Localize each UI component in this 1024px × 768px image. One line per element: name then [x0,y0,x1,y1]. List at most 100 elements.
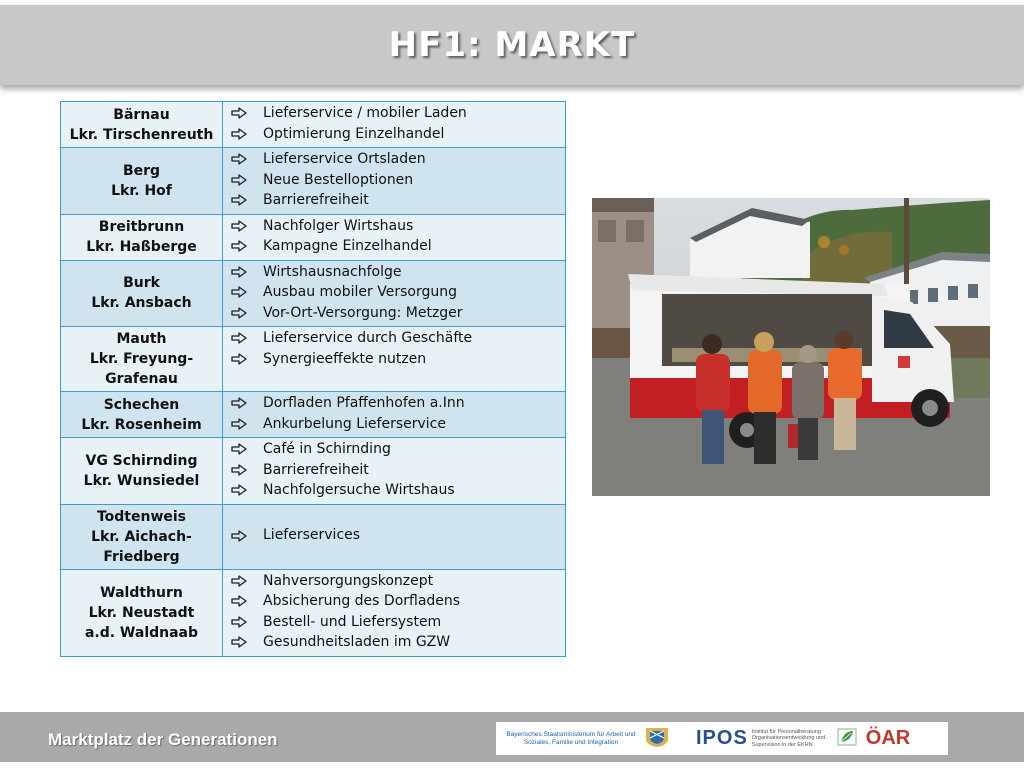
hollow-right-arrow-icon [231,397,263,409]
measures-cell: Nachfolger Wirtshaus Kampagne Einzelhande… [222,213,566,261]
list-item: Barrierefreiheit [231,190,559,211]
hollow-right-arrow-icon [231,575,263,587]
hollow-right-arrow-icon [231,240,263,252]
table-row: Berg Lkr. Hof Lieferservice Ortsladen Neue … [60,147,566,215]
market-table: Bärnau Lkr. Tirschenreuth Lieferservice / … [60,101,566,657]
table-row: Mauth Lkr. Freyung- Grafenau Lieferservice … [60,326,566,392]
location-line: Lkr. Rosenheim [81,416,202,433]
measures-cell: Lieferservice / mobiler Laden Optimierung… [222,101,566,148]
table-row: VG Schirnding Lkr. Wunsiedel Café in Schir… [60,437,566,505]
measure-text: Nachfolgersuche Wirtshaus [263,482,455,498]
measure-text: Barrierefreiheit [263,461,369,478]
location-line: a.d. Waldnaab [84,624,199,641]
list-item: Nachfolgersuche Wirtshaus [231,480,559,501]
measure-text: Lieferservice Ortsladen [263,151,426,167]
measure-text: Barrierefreiheit [263,192,369,208]
location-cell: VG Schirnding Lkr. Wunsiedel [60,437,223,505]
list-item: Dorfladen Pfaffenhofen a.Inn [231,393,559,414]
measures-cell: Dorfladen Pfaffenhofen a.Inn Ankurbelung … [222,391,566,438]
hollow-right-arrow-icon [231,529,263,542]
measure-text: Lieferservice durch Geschäfte [263,330,473,346]
list-item: Neue Bestelloptionen [231,170,559,191]
location-cell: Mauth Lkr. Freyung- Grafenau [60,326,223,392]
list-item: Nachfolger Wirtshaus [231,216,559,237]
location-line: Lkr. Freyung- [89,351,194,367]
measure-text: Neue Bestelloptionen [263,171,414,188]
location-line: VG Schirnding [85,452,198,469]
hollow-right-arrow-icon [231,332,263,344]
measure-text: Wirtshausnachfolge [263,263,402,280]
measure-text: Absicherung des Dorfladens [263,593,461,609]
list-item: Ankurbelung Lieferservice [231,414,559,435]
list-item: Lieferservice / mobiler Laden [231,103,559,124]
title-bar: HF1: MARKT [0,5,1024,85]
hollow-right-arrow-icon [231,484,263,496]
oear-logo: ÖAR [865,727,911,749]
measure-text: Synergieeffekte nutzen [263,350,427,367]
market-table-body: Bärnau Lkr. Tirschenreuth Lieferservice / … [60,101,566,657]
location-line: Waldthurn [100,584,183,601]
measures-cell: Wirtshausnachfolge Ausbau mobiler Versorg… [222,259,566,327]
hollow-right-arrow-icon [231,636,263,648]
location-line: Lkr. Wunsiedel [83,472,200,489]
measure-text: Gesundheitsladen im GZW [263,634,451,650]
location-line: Lkr. Neustadt [88,604,195,621]
table-row: Burk Lkr. Ansbach Wirtshausnachfolge Ausbau… [60,259,566,327]
measure-text: Vor-Ort-Versorgung: Metzger [263,304,463,321]
list-item: Bestell- und Liefersystem [231,612,559,633]
location-cell: Schechen Lkr. Rosenheim [60,391,223,438]
measure-text: Lieferservices [263,527,361,544]
measure-text: Bestell- und Liefersystem [263,613,442,630]
table-row: Todtenweis Lkr. Aichach- Friedberg Lieferse… [60,503,566,570]
location-cell: Waldthurn Lkr. Neustadt a.d. Waldnaab [60,568,223,657]
ministry-logo: Bayerisches Staatsministerium für Arbeit… [502,724,682,753]
table-row: Schechen Lkr. Rosenheim Dorfladen Pfaffenh… [60,391,566,438]
location-line: Bärnau [113,106,170,123]
ipos-description: Institut für Personalberatung Organisati… [751,728,826,748]
mobile-shop-photo-image [592,198,990,496]
list-item: Vor-Ort-Versorgung: Metzger [231,303,559,324]
location-cell: Burk Lkr. Ansbach [60,259,223,327]
location-line: Grafenau [105,371,178,387]
project-name: Marktplatz der Generationen [48,730,278,749]
hollow-right-arrow-icon [231,266,263,278]
measure-text: Ankurbelung Lieferservice [263,415,446,432]
hollow-right-arrow-icon [231,286,263,298]
bavarian-crest-icon [640,724,674,753]
location-line: Burk [123,275,160,292]
location-line: Lkr. Ansbach [91,295,192,312]
list-item: Lieferservices [231,525,559,546]
list-item: Synergieeffekte nutzen [231,349,559,370]
measures-cell: Lieferservice Ortsladen Neue Bestelloptio… [222,147,566,215]
measure-text: Nahversorgungskonzept [263,572,434,589]
location-line: Lkr. Tirschenreuth [69,126,214,143]
measure-text: Dorfladen Pfaffenhofen a.Inn [263,395,465,411]
measure-text: Optimierung Einzelhandel [263,125,445,142]
measure-text: Café in Schirnding [263,441,391,457]
list-item: Wirtshausnachfolge [231,262,559,283]
hollow-right-arrow-icon [231,107,263,119]
location-cell: Berg Lkr. Hof [60,147,223,215]
location-line: Schechen [103,396,180,413]
location-cell: Breitbrunn Lkr. Haßberge [60,213,223,261]
hollow-right-arrow-icon [231,464,263,476]
hollow-right-arrow-icon [231,194,263,206]
location-cell: Bärnau Lkr. Tirschenreuth [60,101,223,148]
location-line: Lkr. Hof [111,182,172,199]
measures-cell: Café in Schirnding Barrierefreiheit Nachfo… [222,437,566,505]
sponsor-logos: Bayerisches Staatsministerium für Arbeit… [496,722,948,755]
location-line: Lkr. Aichach- [91,528,192,545]
ipos-logo: IPOS Institut für Personalberatung Organ… [696,727,832,750]
list-item: Café in Schirnding [231,439,559,460]
measures-cell: Lieferservice durch Geschäfte Synergieeff… [222,326,566,392]
hollow-right-arrow-icon [231,418,263,430]
measure-text: Nachfolger Wirtshaus [263,217,414,234]
slide-title: HF1: MARKT [388,25,636,65]
hollow-right-arrow-icon [231,443,263,455]
location-line: Lkr. Haßberge [86,239,197,255]
hollow-right-arrow-icon [231,220,263,232]
ipos-wordmark: IPOS [696,727,748,749]
hollow-right-arrow-icon [231,153,263,165]
list-item: Lieferservice durch Geschäfte [231,328,559,349]
leaf-logo-icon [836,725,858,753]
